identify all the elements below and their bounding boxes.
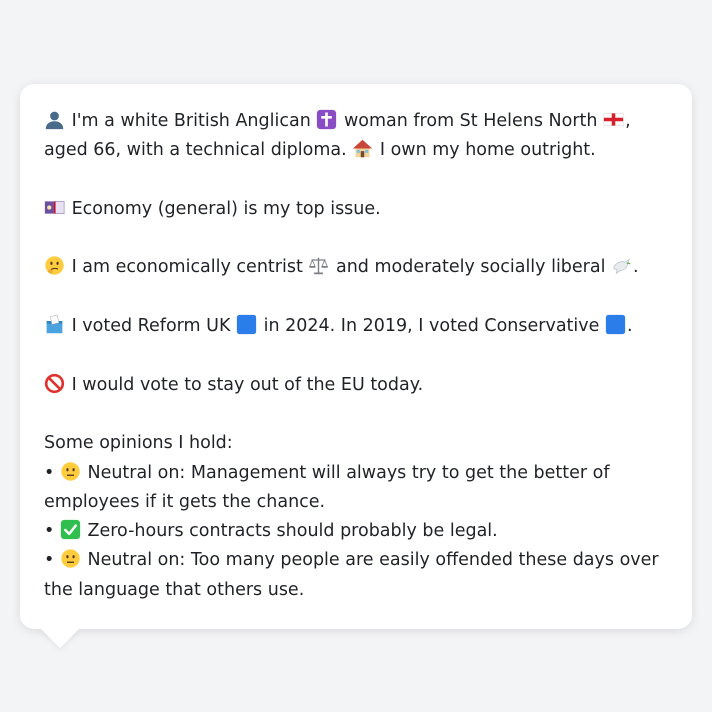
- check-mark-icon: [60, 519, 81, 540]
- ideology-text-3: .: [633, 257, 639, 278]
- top-issue-text: Economy (general) is my top issue.: [71, 198, 381, 219]
- ideology-text-2: and moderately socially liberal: [335, 257, 606, 278]
- opinion-item: • Neutral on: Management will always try…: [44, 459, 670, 518]
- eu-text: I would vote to stay out of the EU today…: [71, 374, 424, 395]
- dove-icon: [611, 255, 632, 276]
- opinion-item: • Zero-hours contracts should probably b…: [44, 517, 670, 546]
- house-icon: [352, 138, 373, 159]
- ballot-box-icon: [44, 314, 65, 335]
- identity-text-2: woman from St Helens North: [343, 111, 598, 131]
- message-content: I'm a white British Anglican woman from …: [44, 107, 670, 605]
- person-silhouette-icon: [44, 109, 65, 130]
- balance-scale-icon: [308, 255, 329, 276]
- identity-text-1: I'm a white British Anglican: [71, 111, 311, 131]
- profile-line-votes: I voted Reform UK in 2024. In 2019, I vo…: [44, 312, 670, 341]
- england-flag-icon: [603, 109, 624, 130]
- votes-text-3: .: [626, 316, 633, 337]
- votes-text-1: I voted Reform UK: [71, 316, 231, 337]
- ideology-text-1: I am economically centrist: [71, 257, 303, 278]
- blue-square-icon: [605, 314, 626, 335]
- neutral-face-icon: [60, 548, 81, 569]
- profile-line-top-issue: Economy (general) is my top issue.: [44, 195, 670, 224]
- opinion-item: • Neutral on: Too many people are easily…: [44, 546, 670, 605]
- prohibited-icon: [44, 373, 65, 394]
- opinion-text: Zero-hours contracts should probably be …: [87, 521, 498, 542]
- votes-text-2: in 2024. In 2019, I voted Conservative: [263, 316, 600, 337]
- bullet: •: [44, 521, 55, 542]
- money-icon: [44, 197, 65, 218]
- bullet: •: [44, 462, 55, 483]
- bullet: •: [44, 550, 55, 571]
- latin-cross-icon: [316, 109, 337, 130]
- opinion-text: Neutral on: Management will always try t…: [44, 462, 610, 512]
- profile-line-eu: I would vote to stay out of the EU today…: [44, 371, 670, 400]
- opinions-heading: Some opinions I hold:: [44, 433, 233, 454]
- blue-square-icon: [236, 314, 257, 335]
- profile-line-ideology: I am economically centrist and moderatel…: [44, 253, 670, 282]
- neutral-face-icon: [60, 461, 81, 482]
- profile-line-identity: I'm a white British Anglican woman from …: [44, 107, 670, 166]
- thinking-face-icon: [44, 255, 65, 276]
- opinion-text: Neutral on: Too many people are easily o…: [44, 550, 659, 600]
- message-bubble: I'm a white British Anglican woman from …: [20, 84, 692, 629]
- bubble-tail: [40, 628, 80, 648]
- identity-text-4: I own my home outright.: [379, 140, 596, 161]
